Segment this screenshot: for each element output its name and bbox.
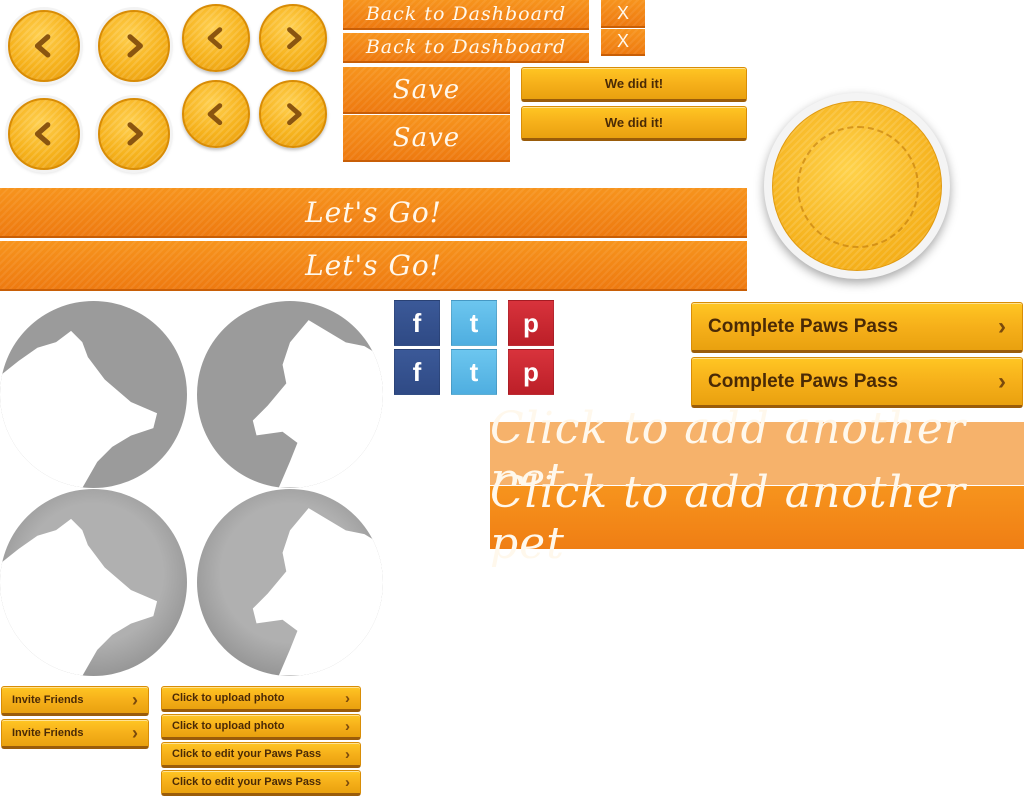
facebook-icon: f (412, 356, 422, 387)
chevron-left-icon (207, 103, 223, 125)
chevron-right-icon: › (345, 773, 350, 791)
badge-stitch (797, 126, 919, 248)
chevron-right-icon (286, 27, 302, 49)
complete-paws-pass-button[interactable]: Complete Paws Pass › (691, 302, 1023, 353)
lets-go-button[interactable]: Let's Go! (0, 188, 747, 238)
prev-round-button[interactable] (182, 80, 250, 148)
edit-paws-pass-button[interactable]: Click to edit your Paws Pass › (161, 742, 361, 768)
invite-friends-label: Invite Friends (12, 694, 84, 706)
twitter-icon: t (469, 307, 479, 338)
dog-avatar-placeholder[interactable] (197, 301, 383, 488)
facebook-share-button[interactable]: f (394, 300, 440, 346)
invite-friends-button[interactable]: Invite Friends › (1, 686, 149, 716)
we-did-it-button[interactable]: We did it! (521, 67, 747, 102)
we-did-it-button[interactable]: We did it! (521, 106, 747, 141)
next-round-button[interactable] (259, 4, 327, 72)
twitter-share-button[interactable]: t (451, 300, 497, 346)
chevron-right-icon: › (345, 745, 350, 763)
dog-avatar-placeholder-pressed[interactable] (0, 489, 187, 676)
badge-inner (772, 101, 942, 271)
edit-paws-pass-button[interactable]: Click to edit your Paws Pass › (161, 770, 361, 796)
edit-paws-pass-label: Click to edit your Paws Pass (172, 776, 322, 788)
prev-round-button[interactable] (8, 98, 80, 170)
chevron-left-icon (34, 122, 51, 146)
facebook-share-button[interactable]: f (394, 349, 440, 395)
chevron-right-icon (127, 34, 144, 58)
chevron-right-icon: › (132, 722, 138, 743)
add-another-pet-button[interactable]: Click to add another pet (490, 467, 1024, 569)
twitter-share-button[interactable]: t (451, 349, 497, 395)
round-badge (764, 93, 950, 279)
prev-round-button[interactable] (8, 10, 80, 82)
back-to-dashboard-button[interactable]: Back to Dashboard (343, 33, 589, 63)
chevron-right-icon (286, 103, 302, 125)
upload-photo-label: Click to upload photo (172, 720, 285, 732)
invite-friends-label: Invite Friends (12, 727, 84, 739)
dog-silhouette-icon (252, 508, 383, 676)
dog-silhouette-icon (0, 330, 158, 488)
save-button[interactable]: Save (343, 115, 510, 162)
close-button[interactable]: X (601, 29, 645, 56)
chevron-left-icon (207, 27, 223, 49)
pinterest-icon: p (523, 356, 539, 387)
facebook-icon: f (412, 307, 422, 338)
pinterest-share-button[interactable]: p (508, 300, 554, 346)
pinterest-share-button[interactable]: p (508, 349, 554, 395)
dog-avatar-placeholder[interactable] (0, 301, 187, 488)
upload-photo-button[interactable]: Click to upload photo › (161, 686, 361, 712)
complete-paws-pass-button[interactable]: Complete Paws Pass › (691, 357, 1023, 408)
twitter-icon: t (469, 356, 479, 387)
prev-round-button[interactable] (182, 4, 250, 72)
back-to-dashboard-button[interactable]: Back to Dashboard (343, 0, 589, 30)
save-button[interactable]: Save (343, 67, 510, 114)
lets-go-button[interactable]: Let's Go! (0, 241, 747, 291)
next-round-button[interactable] (259, 80, 327, 148)
pinterest-icon: p (523, 307, 539, 338)
close-button[interactable]: X (601, 0, 645, 28)
dog-silhouette-icon (0, 518, 158, 676)
complete-paws-pass-label: Complete Paws Pass (708, 370, 899, 392)
invite-friends-button[interactable]: Invite Friends › (1, 719, 149, 749)
upload-photo-label: Click to upload photo (172, 692, 285, 704)
next-round-button[interactable] (98, 98, 170, 170)
chevron-left-icon (34, 34, 51, 58)
upload-photo-button[interactable]: Click to upload photo › (161, 714, 361, 740)
dog-avatar-placeholder-pressed[interactable] (197, 489, 383, 676)
chevron-right-icon: › (132, 689, 138, 710)
chevron-right-icon (127, 122, 144, 146)
complete-paws-pass-label: Complete Paws Pass (708, 315, 899, 337)
dog-silhouette-icon (252, 320, 383, 488)
chevron-right-icon: › (998, 312, 1006, 340)
chevron-right-icon: › (345, 689, 350, 707)
next-round-button[interactable] (98, 10, 170, 82)
edit-paws-pass-label: Click to edit your Paws Pass (172, 748, 322, 760)
chevron-right-icon: › (998, 367, 1006, 395)
chevron-right-icon: › (345, 717, 350, 735)
